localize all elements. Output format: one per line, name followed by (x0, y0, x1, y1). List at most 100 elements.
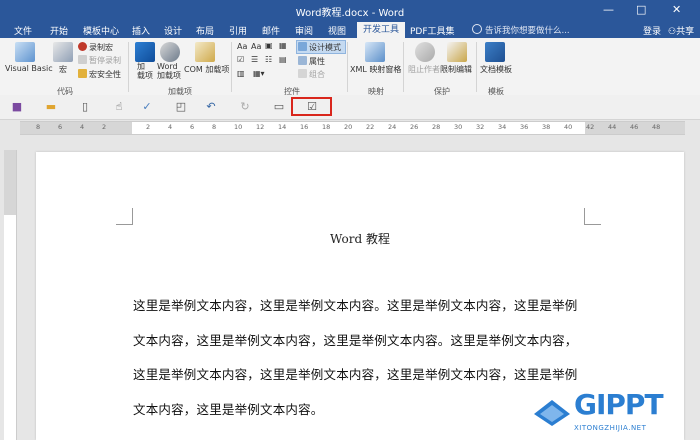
xml-mapping-pane-button[interactable]: XML 映射窗格 (350, 64, 401, 75)
margin-corner (116, 208, 133, 225)
vruler-margin-top (4, 150, 16, 215)
close-button[interactable]: ✕ (672, 3, 681, 16)
quick-access-toolbar: ■ ▬ ▯ ☝ ✓ ◰ ↶ ↻ ▭ ☑ (0, 95, 700, 120)
record-icon (78, 42, 87, 51)
spelling-icon[interactable]: ✓ (140, 100, 154, 114)
design-mode-icon (298, 42, 307, 51)
open-icon[interactable]: ▬ (44, 100, 58, 114)
document-title[interactable]: Word 教程 (36, 230, 684, 247)
group-divider (128, 42, 129, 92)
tab-review[interactable]: 审阅 (295, 24, 313, 37)
ruler-number: 2 (102, 123, 107, 131)
picture-control-icon[interactable]: ▣ (265, 41, 273, 50)
tell-me-box[interactable]: 告诉我你想要做什么... (472, 24, 570, 36)
tab-pdf-tools[interactable]: PDF工具集 (410, 24, 455, 37)
share-button[interactable]: ⚇共享 (668, 24, 694, 37)
new-icon[interactable]: ▯ (78, 100, 92, 114)
building-block-icon[interactable]: ▦ (279, 41, 287, 50)
block-authors-icon (415, 42, 435, 62)
design-mode-icon[interactable]: ☑ (305, 100, 319, 114)
tab-template-center[interactable]: 模板中心 (83, 24, 119, 37)
combo-box-icon[interactable]: ☰ (251, 55, 258, 64)
print-layout-icon[interactable]: ▭ (272, 100, 286, 114)
ruler-number: 18 (322, 123, 331, 131)
plain-text-control-icon[interactable]: Aa (251, 42, 261, 51)
dropdown-list-icon[interactable]: ☷ (265, 55, 272, 64)
minimize-button[interactable]: — (603, 3, 614, 16)
text-control-icon[interactable]: Aa (237, 42, 247, 51)
tab-references[interactable]: 引用 (229, 24, 247, 37)
group-divider (403, 42, 404, 92)
group-divider (347, 42, 348, 92)
print-preview-icon[interactable]: ◰ (174, 100, 188, 114)
design-mode-button[interactable]: 设计模式 (298, 42, 341, 53)
text-line[interactable]: 这里是举例文本内容，这里是举例文本内容。这里是举例文本内容，这里是举例 (133, 289, 593, 324)
ruler-number: 34 (498, 123, 507, 131)
repeating-section-icon[interactable]: ▥ (237, 69, 245, 78)
ruler-number: 30 (454, 123, 463, 131)
tab-developer[interactable]: 开发工具 (357, 22, 406, 38)
ruler-number: 44 (608, 123, 617, 131)
touch-mode-icon[interactable]: ☝ (112, 100, 126, 114)
restrict-editing-icon (447, 42, 467, 62)
ruler-number: 46 (630, 123, 639, 131)
ruler-number: 42 (586, 123, 595, 131)
group-icon (298, 69, 307, 78)
visual-basic-button[interactable]: Visual Basic (5, 64, 53, 73)
addins-store-icon (135, 42, 155, 62)
pause-recording-button[interactable]: 暂停录制 (78, 55, 121, 66)
vertical-ruler[interactable] (4, 150, 17, 440)
text-line[interactable]: 这里是举例文本内容，这里是举例文本内容，这里是举例文本内容，这里是举例 (133, 358, 593, 393)
visual-basic-icon (15, 42, 35, 62)
redo-icon[interactable]: ↻ (238, 100, 252, 114)
undo-icon[interactable]: ↶ (204, 100, 218, 114)
ruler-number: 6 (58, 123, 63, 131)
tab-view[interactable]: 视图 (328, 24, 346, 37)
horizontal-ruler[interactable]: 8 6 4 2 2 4 6 8 10 12 14 16 18 20 22 24 26 28 30 32 34 36 38 40… (20, 121, 685, 135)
tab-home[interactable]: 开始 (50, 24, 68, 37)
logo-brand: GIPPT (574, 388, 664, 421)
restrict-editing-button[interactable]: 限制编辑 (440, 64, 472, 75)
addins-button[interactable]: 加 载项 (137, 62, 153, 80)
document-template-button[interactable]: 文档模板 (480, 64, 512, 75)
properties-button[interactable]: 属性 (298, 56, 325, 67)
pause-icon (78, 55, 87, 64)
block-authors-button[interactable]: 阻止作者 (408, 64, 440, 75)
tab-file[interactable]: 文件 (14, 24, 32, 37)
save-icon[interactable]: ■ (10, 100, 24, 114)
ruler-number: 16 (300, 123, 309, 131)
tab-mailings[interactable]: 邮件 (262, 24, 280, 37)
record-macro-button[interactable]: 录制宏 (78, 42, 113, 53)
text-line[interactable]: 文本内容，这里是举例文本内容。 (133, 393, 593, 428)
ruler-number: 10 (234, 123, 243, 131)
text-line[interactable]: 文本内容，这里是举例文本内容，这里是举例文本内容。这里是举例文本内容， (133, 324, 593, 359)
checkbox-control-icon[interactable]: ☑ (237, 55, 244, 64)
group-divider (231, 42, 232, 92)
ruler-number: 26 (410, 123, 419, 131)
lightbulb-icon (472, 24, 482, 34)
com-addins-button[interactable]: COM 加载项 (184, 64, 229, 75)
macro-security-button[interactable]: 宏安全性 (78, 69, 121, 80)
tab-design[interactable]: 设计 (164, 24, 182, 37)
ruler-number: 6 (190, 123, 195, 131)
tab-layout[interactable]: 布局 (196, 24, 214, 37)
ruler-number: 8 (36, 123, 41, 131)
title-bar: Word教程.docx - Word — □ ✕ (0, 0, 700, 22)
maximize-button[interactable]: □ (636, 3, 646, 16)
record-macro-label: 录制宏 (89, 43, 113, 52)
macros-button[interactable]: 宏 (59, 64, 67, 75)
logo-url: XITONGZHIJIA.NET (574, 424, 647, 432)
word-addins-button[interactable]: Word 加载项 (157, 62, 181, 80)
ruler-number: 38 (542, 123, 551, 131)
pause-recording-label: 暂停录制 (89, 56, 121, 65)
logo-icon (534, 400, 570, 426)
ruler-number: 14 (278, 123, 287, 131)
document-body[interactable]: 这里是举例文本内容，这里是举例文本内容。这里是举例文本内容，这里是举例 文本内容… (133, 289, 593, 427)
login-link[interactable]: 登录 (643, 24, 661, 37)
group-button[interactable]: 组合 (298, 69, 325, 80)
date-picker-icon[interactable]: ▤ (279, 55, 287, 64)
margin-corner (584, 208, 601, 225)
macro-security-label: 宏安全性 (89, 70, 121, 79)
tab-insert[interactable]: 插入 (132, 24, 150, 37)
legacy-tools-icon[interactable]: ▦▾ (253, 69, 265, 78)
